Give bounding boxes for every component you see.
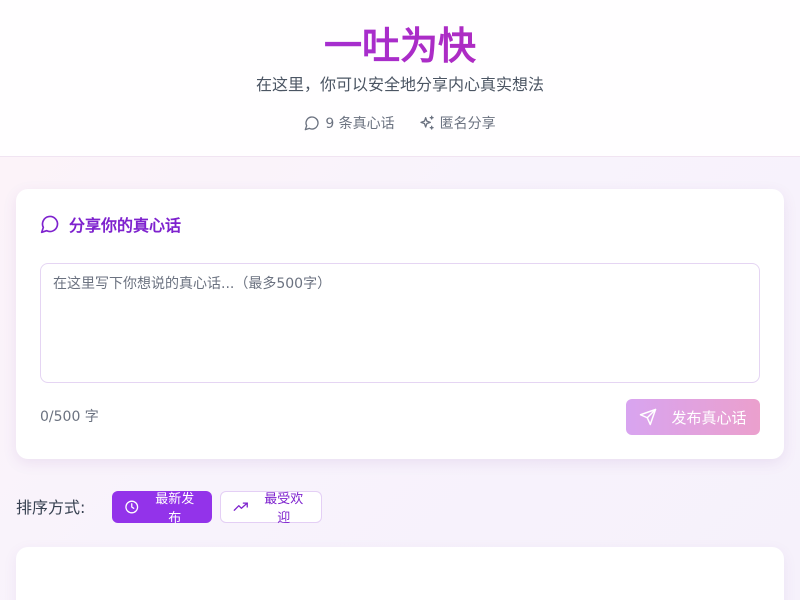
sort-popular-button[interactable]: 最受欢迎 — [220, 491, 322, 526]
sort-latest-button[interactable]: 最新发布 — [112, 491, 212, 526]
post-count-label: 9 条真心话 — [325, 116, 395, 132]
header-stats: 9 条真心话 匿名分享 — [0, 112, 800, 134]
trending-up-icon — [233, 502, 248, 511]
composer-title-text: 分享你的真心话 — [69, 216, 182, 235]
app-title: 一吐为快 — [0, 20, 800, 72]
sort-latest-label: 最新发布 — [155, 492, 195, 526]
char-counter: 0/500 字 — [40, 409, 99, 425]
message-circle-icon — [40, 215, 59, 234]
clock-icon — [125, 500, 139, 514]
sort-popular-label: 最受欢迎 — [264, 492, 304, 526]
confession-list-card — [16, 547, 784, 600]
sort-label: 排序方式: — [16, 498, 86, 517]
anonymous-stat: 匿名分享 — [419, 113, 496, 133]
send-icon — [640, 408, 657, 426]
post-count-stat: 9 条真心话 — [304, 113, 395, 133]
publish-button-label: 发布真心话 — [671, 408, 747, 427]
sparkles-icon — [420, 115, 434, 130]
message-circle-icon — [304, 116, 319, 131]
confession-input[interactable] — [40, 263, 760, 383]
composer-card: 分享你的真心话 0/500 字 发布真心话 — [16, 189, 784, 459]
composer-title: 分享你的真心话 — [40, 213, 181, 235]
publish-button[interactable]: 发布真心话 — [626, 399, 760, 435]
app-subtitle: 在这里，你可以安全地分享内心真实想法 — [255, 75, 544, 94]
page-header: 一吐为快 在这里，你可以安全地分享内心真实想法 9 条真心话 匿名分享 — [0, 0, 800, 157]
anonymous-label: 匿名分享 — [439, 116, 496, 132]
